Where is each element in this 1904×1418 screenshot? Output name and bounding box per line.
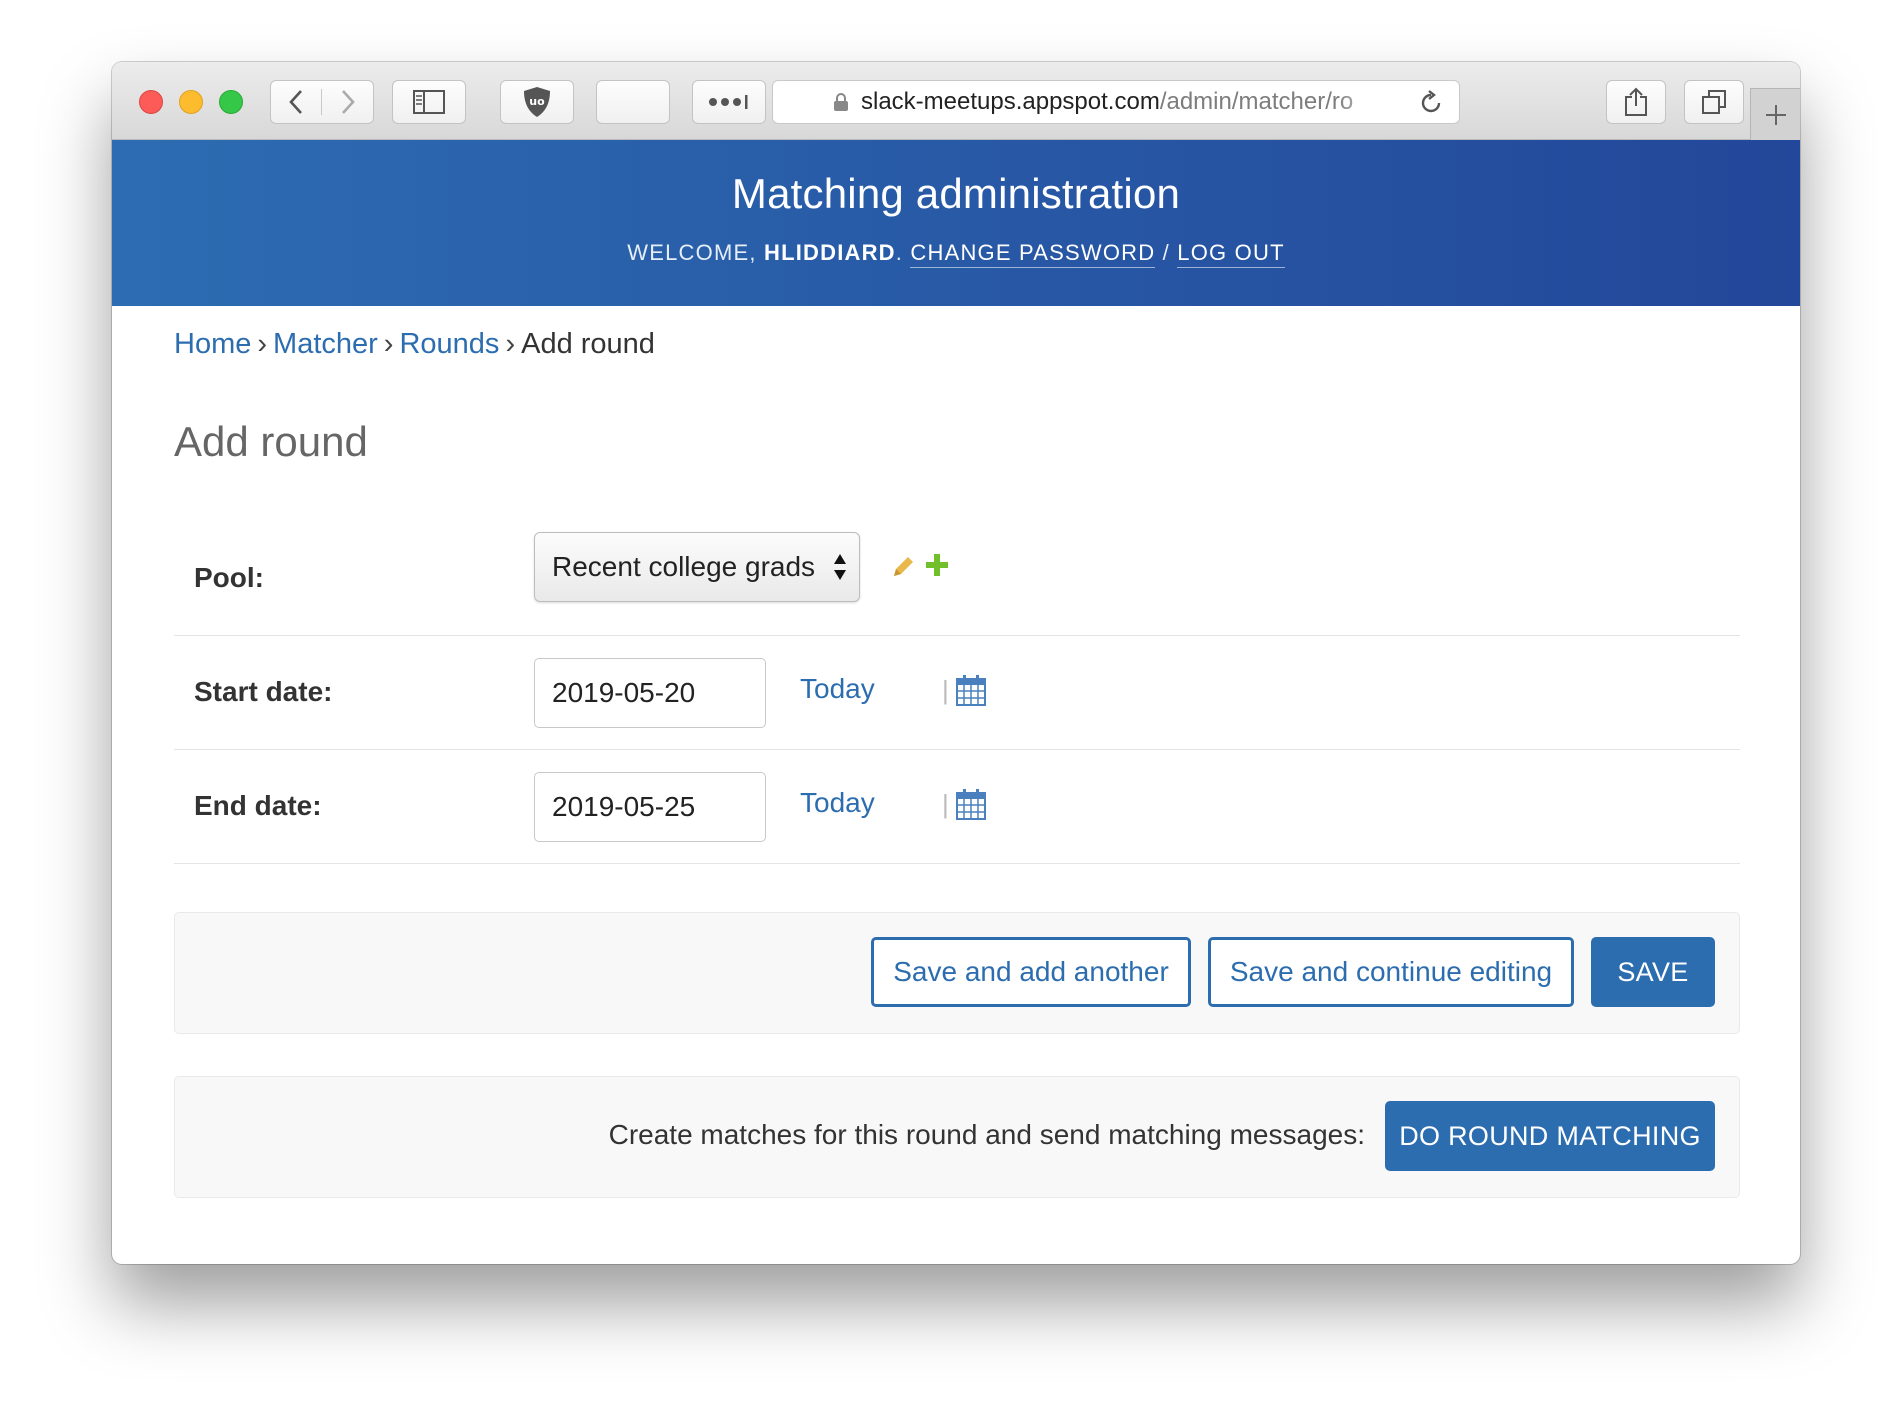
start-date-input[interactable]: 2019-05-20 bbox=[534, 658, 766, 728]
minimize-window-button[interactable] bbox=[179, 90, 203, 114]
more-extensions-button[interactable] bbox=[692, 80, 766, 124]
save-and-add-another-button[interactable]: Save and add another bbox=[871, 937, 1191, 1007]
user-tools-separator: / bbox=[1162, 240, 1170, 265]
forward-icon[interactable] bbox=[322, 89, 373, 115]
start-date-today-link[interactable]: Today bbox=[800, 673, 875, 705]
close-window-button[interactable] bbox=[139, 90, 163, 114]
browser-window: uo slack-meetups.appspot.com/admin/match… bbox=[112, 62, 1800, 1264]
pool-select-value: Recent college grads bbox=[552, 551, 816, 582]
start-date-label: Start date: bbox=[194, 676, 333, 707]
username: hliddiard bbox=[763, 240, 896, 265]
breadcrumb-separator: › bbox=[257, 328, 268, 360]
shortcut-separator: | bbox=[942, 789, 949, 819]
breadcrumb: Home › Matcher › Rounds › Add round bbox=[174, 328, 655, 361]
end-date-row: End date: 2019-05-25 Today | bbox=[174, 750, 1740, 864]
zoom-window-button[interactable] bbox=[219, 90, 243, 114]
breadcrumb-home[interactable]: Home bbox=[174, 328, 251, 360]
calendar-icon[interactable] bbox=[956, 788, 986, 820]
shortcut-separator: | bbox=[942, 675, 949, 705]
edit-pencil-icon[interactable] bbox=[890, 554, 916, 580]
share-button[interactable] bbox=[1606, 80, 1666, 124]
matching-description: Create matches for this round and send m… bbox=[608, 1119, 1365, 1150]
url-text: slack-meetups.appspot.com/admin/matcher/… bbox=[861, 88, 1401, 116]
svg-text:uo: uo bbox=[529, 95, 545, 108]
extension-button-blank[interactable] bbox=[596, 80, 670, 124]
address-bar[interactable]: slack-meetups.appspot.com/admin/matcher/… bbox=[772, 80, 1460, 124]
pool-select[interactable]: Recent college grads bbox=[534, 532, 860, 602]
plus-icon bbox=[1765, 104, 1786, 125]
sidebar-icon bbox=[413, 90, 445, 114]
select-arrows-icon bbox=[834, 554, 846, 580]
welcome-text: Welcome, bbox=[627, 240, 757, 265]
breadcrumb-matcher[interactable]: Matcher bbox=[273, 328, 378, 360]
breadcrumb-separator: › bbox=[505, 328, 516, 360]
url-path: /admin/matcher/ro bbox=[1159, 88, 1354, 115]
site-title: Matching administration bbox=[731, 170, 1181, 217]
end-date-input[interactable]: 2019-05-25 bbox=[534, 772, 766, 842]
end-date-today-link[interactable]: Today bbox=[800, 787, 875, 819]
share-icon bbox=[1625, 87, 1647, 116]
sidebar-toggle-button[interactable] bbox=[392, 80, 466, 124]
tabs-icon bbox=[1702, 90, 1726, 114]
admin-header: Matching administration Welcome, hliddia… bbox=[112, 140, 1800, 306]
calendar-icon[interactable] bbox=[956, 674, 986, 706]
breadcrumb-separator: › bbox=[383, 328, 394, 360]
ublock-extension-button[interactable]: uo bbox=[500, 80, 574, 124]
lock-icon bbox=[834, 93, 848, 111]
back-icon[interactable] bbox=[271, 89, 323, 115]
browser-toolbar: uo slack-meetups.appspot.com/admin/match… bbox=[112, 62, 1800, 140]
url-host: slack-meetups.appspot.com bbox=[861, 88, 1160, 115]
back-forward-group bbox=[270, 80, 374, 124]
breadcrumb-rounds[interactable]: Rounds bbox=[399, 328, 499, 360]
do-round-matching-button[interactable]: Do round matching bbox=[1385, 1101, 1715, 1171]
pool-label: Pool: bbox=[194, 562, 264, 593]
breadcrumb-current: Add round bbox=[521, 328, 655, 360]
username-period: . bbox=[895, 240, 904, 265]
save-and-continue-button[interactable]: Save and continue editing bbox=[1208, 937, 1574, 1007]
new-tab-button[interactable] bbox=[1750, 88, 1800, 140]
submit-row: Save and add another Save and continue e… bbox=[174, 912, 1740, 1034]
add-plus-icon[interactable] bbox=[924, 552, 950, 578]
shield-icon: uo bbox=[524, 87, 550, 117]
more-icon bbox=[709, 95, 748, 109]
start-date-row: Start date: 2019-05-20 Today | bbox=[174, 636, 1740, 750]
end-date-label: End date: bbox=[194, 790, 322, 821]
user-tools: Welcome, hliddiard. Change password / Lo… bbox=[112, 240, 1800, 268]
save-button[interactable]: Save bbox=[1591, 937, 1715, 1007]
pool-row: Pool: Recent college grads bbox=[174, 522, 1740, 636]
log-out-link[interactable]: Log out bbox=[1177, 240, 1285, 268]
change-password-link[interactable]: Change password bbox=[910, 240, 1156, 268]
matching-row: Create matches for this round and send m… bbox=[174, 1076, 1740, 1198]
tabs-overview-button[interactable] bbox=[1684, 80, 1744, 124]
page-title: Add round bbox=[174, 418, 368, 465]
reload-icon[interactable] bbox=[1417, 89, 1445, 117]
